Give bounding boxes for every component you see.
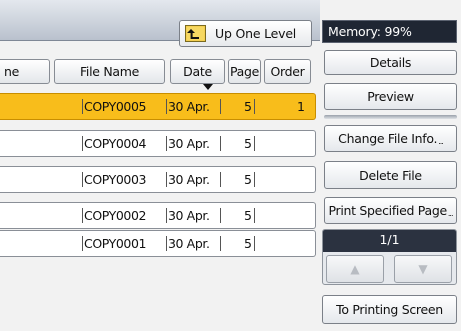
table-row[interactable]: COPY0001 30 Apr. 5 — [0, 230, 316, 257]
table-row[interactable]: COPY0004 30 Apr. 5 — [0, 130, 316, 157]
print-specified-page-label: Print Specified Page — [328, 203, 447, 218]
row-file-name: COPY0004 — [84, 136, 147, 151]
page-navigator: 1/1 ▲ ▼ — [322, 229, 457, 285]
column-header-page-label: Page — [229, 64, 260, 79]
row-page: 5 — [244, 236, 252, 251]
column-header-file-name-label: File Name — [79, 64, 140, 79]
column-header-order-label: Order — [270, 64, 305, 79]
change-file-info-label: Change File Info. — [338, 131, 438, 146]
row-page: 5 — [244, 136, 252, 151]
row-date: 30 Apr. — [168, 136, 210, 151]
up-one-level-button[interactable]: Up One Level — [179, 20, 312, 47]
delete-file-button[interactable]: Delete File — [324, 161, 457, 189]
column-header-file-name[interactable]: File Name — [54, 59, 165, 84]
sort-descending-icon — [203, 84, 213, 90]
more-options-icon: ... — [447, 209, 454, 218]
row-file-name: COPY0001 — [84, 236, 147, 251]
to-printing-screen-button[interactable]: To Printing Screen — [322, 295, 457, 324]
page-indicator: 1/1 — [323, 230, 456, 252]
panel-divider — [324, 115, 457, 119]
preview-label: Preview — [367, 89, 414, 104]
row-date: 30 Apr. — [168, 99, 210, 114]
print-specified-page-button[interactable]: Print Specified Page ... — [324, 197, 457, 224]
triangle-up-icon: ▲ — [350, 262, 360, 276]
folder-up-icon — [185, 25, 206, 42]
row-file-name: COPY0005 — [84, 99, 147, 114]
delete-file-label: Delete File — [359, 167, 422, 183]
memory-status: Memory: 99% — [322, 20, 457, 43]
table-row[interactable]: COPY0002 30 Apr. 5 — [0, 202, 316, 229]
row-order: 1 — [297, 99, 305, 114]
row-page: 5 — [244, 172, 252, 187]
row-date: 30 Apr. — [168, 172, 210, 187]
table-row[interactable]: COPY0005 30 Apr. 5 1 — [0, 93, 316, 120]
change-file-info-button[interactable]: Change File Info. ... — [324, 125, 457, 152]
column-header-name-label: ne — [4, 64, 20, 79]
row-date: 30 Apr. — [168, 236, 210, 251]
up-one-level-label: Up One Level — [215, 26, 297, 41]
more-options-icon: ... — [438, 137, 444, 146]
to-printing-screen-label: To Printing Screen — [336, 302, 443, 317]
row-file-name: COPY0003 — [84, 172, 147, 187]
column-header-date-label: Date — [183, 64, 212, 79]
details-label: Details — [369, 55, 412, 70]
row-page: 5 — [244, 208, 252, 223]
row-file-name: COPY0002 — [84, 208, 147, 223]
row-date: 30 Apr. — [168, 208, 210, 223]
column-header-name[interactable]: ne — [0, 59, 50, 84]
column-header-order[interactable]: Order — [264, 59, 311, 84]
preview-button[interactable]: Preview — [324, 83, 457, 110]
column-header-page[interactable]: Page — [228, 59, 261, 84]
triangle-down-icon: ▼ — [418, 262, 428, 276]
details-button[interactable]: Details — [324, 50, 457, 75]
column-header-date[interactable]: Date — [170, 59, 225, 84]
page-up-button[interactable]: ▲ — [326, 255, 384, 283]
row-page: 5 — [244, 99, 252, 114]
table-row[interactable]: COPY0003 30 Apr. 5 — [0, 166, 316, 193]
page-down-button[interactable]: ▼ — [394, 255, 452, 283]
